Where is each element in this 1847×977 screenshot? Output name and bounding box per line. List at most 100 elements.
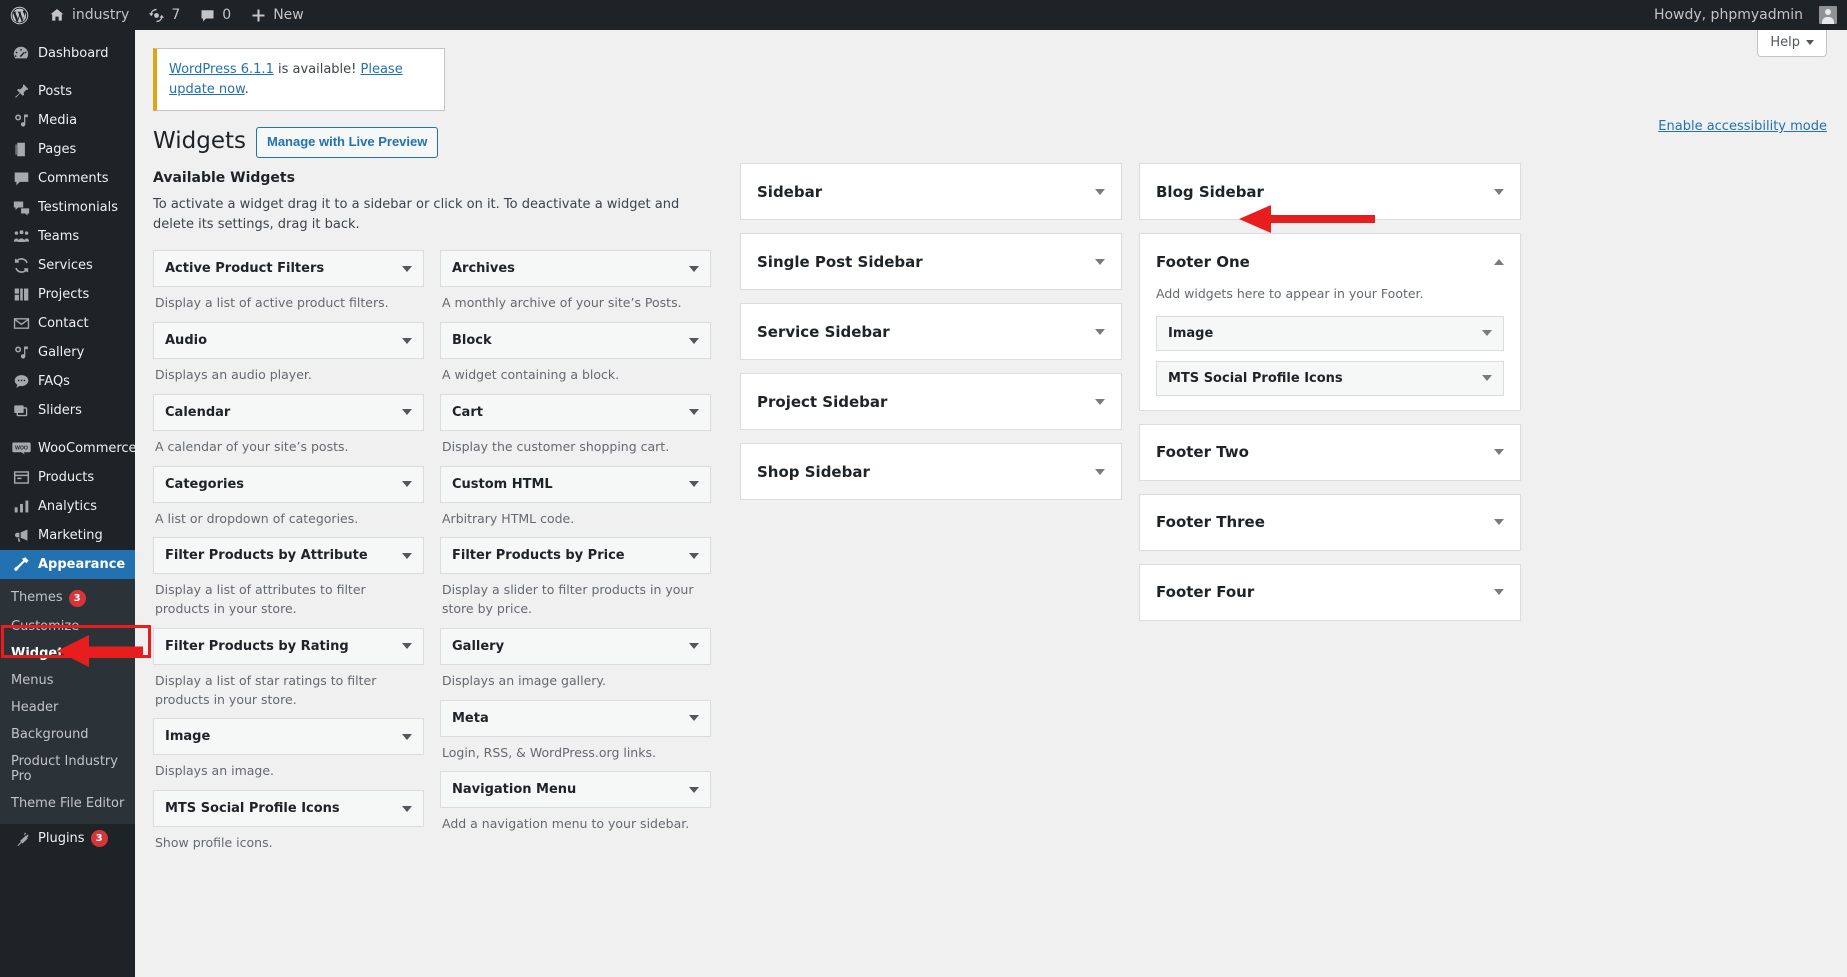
wordpress-logo-button[interactable] — [0, 0, 39, 30]
available-widget-card[interactable]: Filter Products by Price — [440, 537, 711, 575]
chevron-down-icon[interactable] — [402, 805, 412, 812]
assigned-widget[interactable]: Image — [1156, 315, 1504, 351]
sidebar-item-testimonials[interactable]: Testimonials — [0, 193, 135, 222]
chevron-down-icon[interactable] — [689, 552, 699, 559]
chevron-down-icon[interactable] — [1494, 449, 1504, 456]
updates-icon — [149, 8, 165, 23]
available-widget-card[interactable]: Audio — [153, 322, 424, 360]
sidebar-item-posts[interactable]: Posts — [0, 77, 135, 106]
submenu-item-themes[interactable]: Themes 3 — [0, 584, 135, 613]
chevron-down-icon[interactable] — [402, 337, 412, 344]
assigned-widget[interactable]: MTS Social Profile Icons — [1156, 360, 1504, 396]
available-widget-card[interactable]: MTS Social Profile Icons — [153, 790, 424, 828]
sidebar-item-woocommerce[interactable]: WOO WooCommerce — [0, 434, 135, 463]
sidebar-panel-header[interactable]: Blog Sidebar — [1140, 164, 1520, 219]
available-widget-card[interactable]: Navigation Menu — [440, 771, 711, 809]
sidebar-item-projects[interactable]: Projects — [0, 280, 135, 309]
main-content: Help WordPress 6.1.1 is available! Pleas… — [135, 30, 1847, 977]
chevron-down-icon[interactable] — [1482, 375, 1492, 382]
sidebar-item-plugins[interactable]: Plugins 3 — [0, 824, 135, 853]
sidebar-item-analytics[interactable]: Analytics — [0, 492, 135, 521]
chevron-down-icon[interactable] — [1095, 398, 1105, 405]
chevron-down-icon[interactable] — [402, 552, 412, 559]
chevron-down-icon[interactable] — [1095, 328, 1105, 335]
submenu-item-product-industry-pro[interactable]: Product Industry Pro — [0, 748, 135, 790]
sidebar-item-products[interactable]: Products — [0, 463, 135, 492]
sidebar-item-dashboard[interactable]: Dashboard — [0, 39, 135, 68]
chevron-down-icon[interactable] — [1494, 188, 1504, 195]
wordpress-version-link[interactable]: WordPress 6.1.1 — [169, 62, 274, 77]
new-content-button[interactable]: New — [241, 0, 314, 30]
sidebar-panel-header[interactable]: Shop Sidebar — [741, 444, 1121, 499]
chevron-down-icon[interactable] — [689, 481, 699, 488]
pages-icon — [11, 140, 31, 160]
sidebar-item-faqs[interactable]: FAQs — [0, 367, 135, 396]
available-widget-card[interactable]: Image — [153, 718, 424, 756]
chevron-down-icon[interactable] — [402, 481, 412, 488]
submenu-item-customize[interactable]: Customize — [0, 613, 135, 640]
submenu-item-background[interactable]: Background — [0, 721, 135, 748]
sidebar-panel-header[interactable]: Footer One — [1140, 234, 1520, 289]
available-widget-card[interactable]: Meta — [440, 699, 711, 737]
sidebar-panel-header[interactable]: Service Sidebar — [741, 304, 1121, 359]
chevron-down-icon[interactable] — [402, 409, 412, 416]
submenu-item-header[interactable]: Header — [0, 694, 135, 721]
chevron-down-icon[interactable] — [689, 786, 699, 793]
sidebar-panel-header[interactable]: Project Sidebar — [741, 374, 1121, 429]
available-widget-card[interactable]: Categories — [153, 465, 424, 503]
comments-button[interactable]: 0 — [190, 0, 241, 30]
available-widget-card[interactable]: Custom HTML — [440, 465, 711, 503]
chevron-down-icon[interactable] — [689, 409, 699, 416]
widget-description: A calendar of your site’s posts. — [155, 438, 349, 454]
sidebar-item-teams[interactable]: Teams — [0, 222, 135, 251]
chevron-down-icon[interactable] — [689, 715, 699, 722]
chevron-down-icon[interactable] — [1494, 589, 1504, 596]
sidebar-item-contact[interactable]: Contact — [0, 309, 135, 338]
sidebar-item-media[interactable]: Media — [0, 106, 135, 135]
sidebar-panel-header[interactable]: Sidebar — [741, 164, 1121, 219]
chevron-down-icon[interactable] — [1494, 519, 1504, 526]
sidebar-item-marketing[interactable]: Marketing — [0, 521, 135, 550]
chevron-down-icon[interactable] — [402, 643, 412, 650]
sidebar-item-sliders[interactable]: Sliders — [0, 396, 135, 425]
available-widget-card[interactable]: Filter Products by Attribute — [153, 537, 424, 575]
sidebar-item-appearance[interactable]: Appearance — [0, 550, 135, 579]
sidebar-item-pages[interactable]: Pages — [0, 135, 135, 164]
my-account-button[interactable]: Howdy, phpmyadmin — [1644, 0, 1847, 30]
sidebar-panel-header[interactable]: Footer Three — [1140, 495, 1520, 550]
available-widget-card[interactable]: Cart — [440, 393, 711, 431]
chevron-up-icon[interactable] — [1494, 258, 1504, 265]
available-widget-card[interactable]: Filter Products by Rating — [153, 627, 424, 665]
sidebar-item-gallery[interactable]: Gallery — [0, 338, 135, 367]
available-widget-card[interactable]: Calendar — [153, 393, 424, 431]
available-widget-card[interactable]: Gallery — [440, 627, 711, 665]
sidebar-item-services[interactable]: Services — [0, 251, 135, 280]
submenu-item-theme-file-editor[interactable]: Theme File Editor — [0, 790, 135, 817]
chevron-down-icon[interactable] — [689, 643, 699, 650]
sidebar-item-comments[interactable]: Comments — [0, 164, 135, 193]
sidebar-panel-header[interactable]: Single Post Sidebar — [741, 234, 1121, 289]
available-widget-card[interactable]: Block — [440, 322, 711, 360]
updates-button[interactable]: 7 — [139, 0, 190, 30]
available-widget-card[interactable]: Active Product Filters — [153, 250, 424, 288]
chevron-down-icon[interactable] — [1095, 258, 1105, 265]
chevron-down-icon[interactable] — [689, 265, 699, 272]
chevron-down-icon[interactable] — [1482, 330, 1492, 337]
submenu-item-menus[interactable]: Menus — [0, 667, 135, 694]
available-widget-card[interactable]: Archives — [440, 250, 711, 288]
notice-text-mid: is available! — [273, 62, 361, 77]
sidebar-panel-header[interactable]: Footer Two — [1140, 425, 1520, 480]
site-name-button[interactable]: industry — [39, 0, 139, 30]
submenu-item-widgets[interactable]: Widgets — [0, 640, 135, 667]
chevron-down-icon[interactable] — [402, 265, 412, 272]
services-icon — [11, 256, 31, 276]
chevron-down-icon[interactable] — [1095, 188, 1105, 195]
enable-accessibility-mode-link[interactable]: Enable accessibility mode — [1658, 119, 1827, 134]
faq-icon — [11, 372, 31, 392]
manage-with-live-preview-button[interactable]: Manage with Live Preview — [255, 127, 439, 158]
help-button[interactable]: Help — [1757, 30, 1827, 57]
chevron-down-icon[interactable] — [689, 337, 699, 344]
chevron-down-icon[interactable] — [1095, 468, 1105, 475]
sidebar-panel-header[interactable]: Footer Four — [1140, 565, 1520, 620]
chevron-down-icon[interactable] — [402, 733, 412, 740]
